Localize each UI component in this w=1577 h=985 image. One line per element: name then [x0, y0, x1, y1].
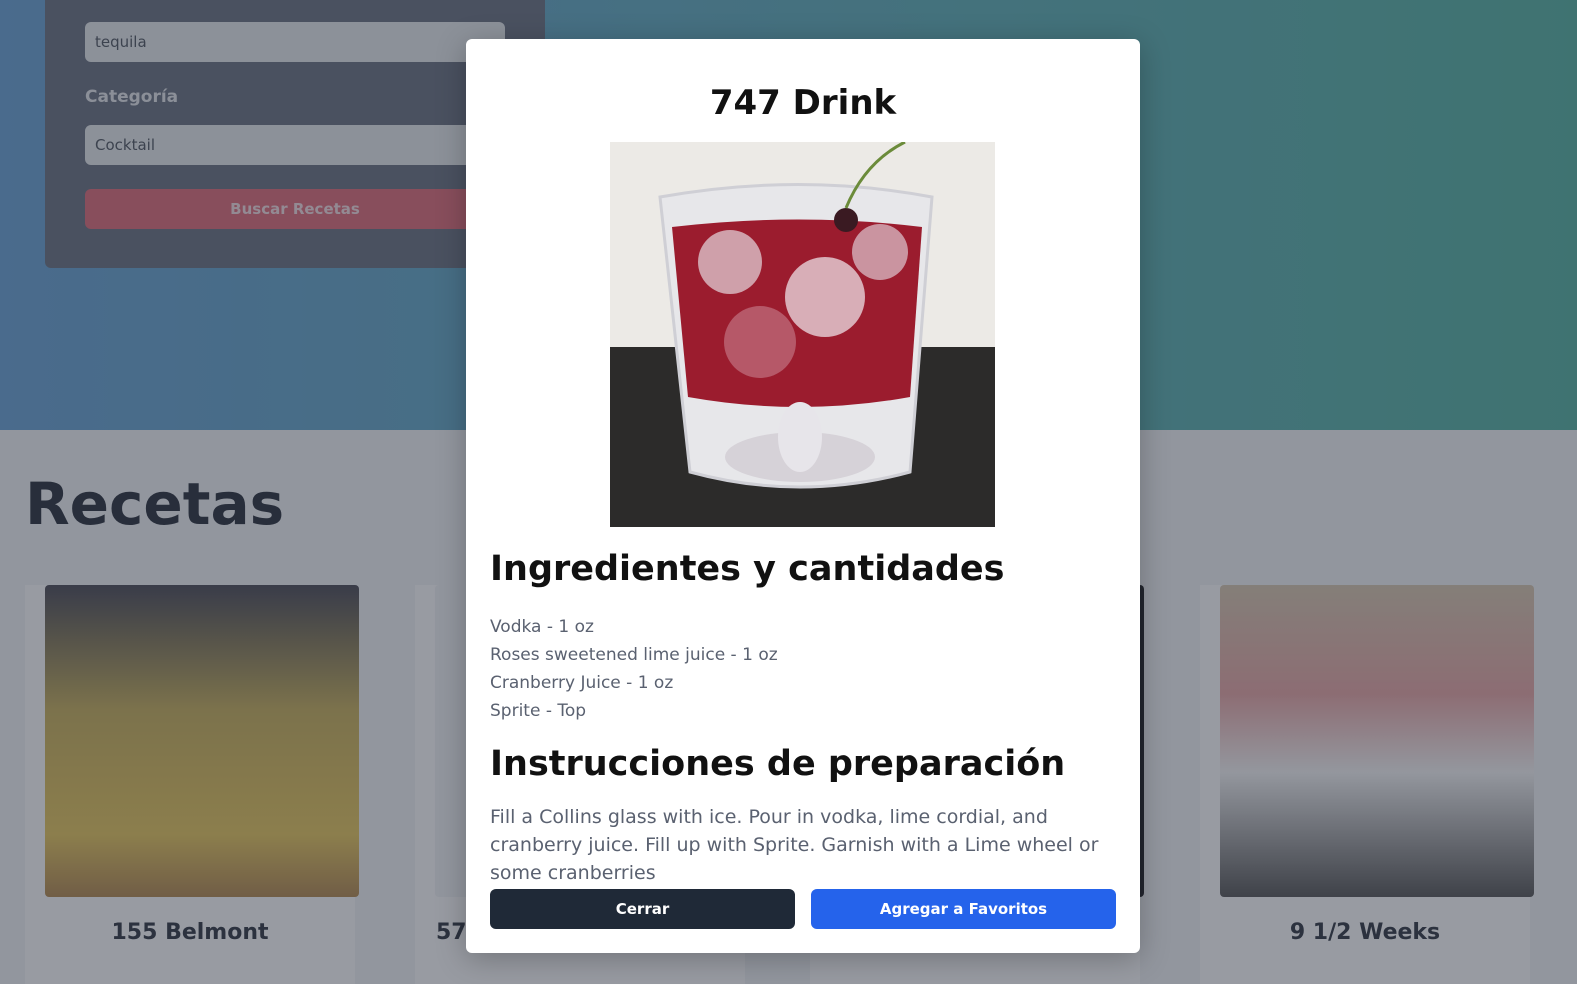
ingredient-item: Roses sweetened lime juice - 1 oz — [490, 645, 778, 665]
ingredient-item: Cranberry Juice - 1 oz — [490, 673, 674, 693]
recipe-modal: 747 Drink Ingredientes y cantidades Vodk… — [466, 39, 1140, 953]
instructions-heading: Instrucciones de preparación — [490, 744, 1066, 784]
ingredients-list: Vodka - 1 oz Roses sweetened lime juice … — [490, 613, 778, 725]
add-favorite-button[interactable]: Agregar a Favoritos — [811, 889, 1116, 929]
close-button[interactable]: Cerrar — [490, 889, 795, 929]
ingredient-item: Sprite - Top — [490, 701, 587, 721]
ingredient-item: Vodka - 1 oz — [490, 617, 594, 637]
instructions-text: Fill a Collins glass with ice. Pour in v… — [490, 806, 1099, 884]
drink-photo — [610, 142, 995, 527]
ingredients-heading: Ingredientes y cantidades — [490, 549, 1005, 589]
modal-title: 747 Drink — [709, 83, 897, 123]
